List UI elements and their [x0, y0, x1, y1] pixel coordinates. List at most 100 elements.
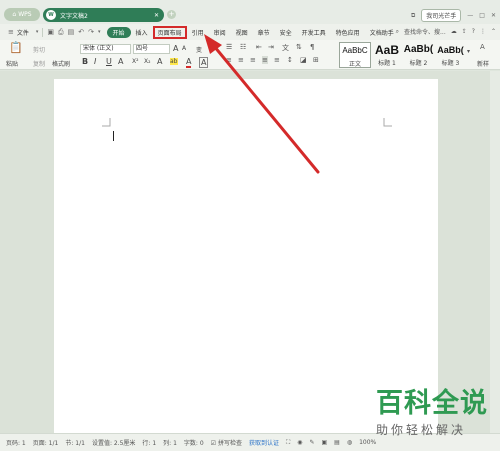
style-normal[interactable]: AaBbC 正文	[339, 42, 371, 68]
share-icon[interactable]: ⇪	[462, 28, 467, 35]
spell-check-button[interactable]: ☑ 拼写检查	[211, 438, 242, 447]
decrease-indent-icon[interactable]: ⇤	[256, 43, 262, 51]
paste-icon[interactable]: 📋	[9, 41, 23, 54]
undo-icon[interactable]: ↶	[76, 28, 86, 36]
login-button[interactable]: 我司光芒手	[421, 9, 462, 22]
bullet-list-icon[interactable]: ☰	[226, 43, 232, 51]
document-tab[interactable]: W 文字文稿2 ✕	[43, 8, 164, 22]
document-tab-title: 文字文稿2	[60, 12, 88, 20]
new-style-icon[interactable]: A	[480, 43, 485, 51]
font-grow-button[interactable]: A	[173, 44, 178, 53]
subscript-button[interactable]: X₂	[144, 58, 151, 65]
window-controls: ⧉ 我司光芒手 — □ ✕	[411, 9, 496, 22]
tab-review[interactable]: 审阅	[209, 28, 231, 37]
text-effect-button[interactable]: A	[157, 57, 162, 66]
chevron-down-icon[interactable]: ▾	[34, 29, 41, 35]
maximize-button[interactable]: □	[479, 12, 485, 19]
distributed-icon[interactable]: ≡	[274, 56, 280, 64]
cloud-icon[interactable]: ☁	[451, 28, 457, 35]
command-search[interactable]: 查找命令、搜...	[404, 27, 446, 36]
new-tab-button[interactable]: +	[167, 10, 176, 19]
eye-protect-icon[interactable]: ◉	[297, 439, 302, 446]
style-heading-1[interactable]: AaB 标题 1	[372, 42, 402, 68]
print-preview-icon[interactable]: ▤	[66, 28, 77, 36]
line-spacing-icon[interactable]: ↕	[287, 56, 293, 64]
font-shrink-button[interactable]: A	[182, 45, 186, 52]
align-left-icon[interactable]: ≡	[226, 56, 232, 64]
highlight-button[interactable]: ab	[170, 58, 178, 65]
align-center-icon[interactable]: ≡	[238, 56, 244, 64]
tab-chapter[interactable]: 章节	[253, 28, 275, 37]
fullscreen-icon[interactable]: ⛶	[286, 439, 290, 447]
underline-button[interactable]: U	[106, 57, 112, 66]
sort-icon[interactable]: ⇅	[296, 43, 302, 51]
tab-security[interactable]: 安全	[275, 28, 297, 37]
show-marks-icon[interactable]: ¶	[310, 43, 314, 51]
more-icon[interactable]: ⋮	[480, 28, 486, 35]
pen-icon[interactable]: ✎	[309, 439, 314, 446]
new-style-button[interactable]: 新样	[477, 59, 489, 68]
tab-references[interactable]: 引用	[187, 28, 209, 37]
wps-tab-label: WPS	[18, 11, 32, 18]
status-row: 行: 1	[142, 440, 157, 447]
vertical-scrollbar[interactable]	[490, 71, 500, 433]
collapse-ribbon-icon[interactable]: ⌃	[491, 28, 496, 35]
clear-format-button[interactable]: 变	[196, 45, 202, 54]
page-view-icon[interactable]: ▣	[322, 439, 328, 446]
print-icon[interactable]: ⎙	[56, 28, 66, 37]
document-page[interactable]	[54, 79, 438, 433]
ribbon-toolbar: 📋 粘贴 剪切 复制 格式刷 宋体 (正文) 四号 A A 变 B I U A …	[0, 40, 500, 70]
copy-button[interactable]: 复制	[33, 59, 45, 68]
tab-page-layout[interactable]: 页面布局	[152, 25, 187, 39]
tab-view[interactable]: 视图	[231, 28, 253, 37]
wps-home-tab[interactable]: ⌂ WPS	[4, 8, 40, 21]
style-heading-2[interactable]: AaBb( 标题 2	[403, 42, 434, 68]
help-icon[interactable]: ?	[472, 28, 475, 35]
cut-button[interactable]: 剪切	[33, 45, 45, 54]
status-col: 列: 1	[163, 440, 177, 447]
outline-view-icon[interactable]: ▤	[334, 439, 340, 446]
font-name-select[interactable]: 宋体 (正文)	[80, 44, 131, 54]
paste-button[interactable]: 粘贴	[6, 59, 18, 68]
strikethrough-button[interactable]: A	[118, 57, 123, 66]
status-section: 节: 1/1	[65, 440, 85, 447]
hamburger-menu-icon[interactable]: ≡	[6, 28, 16, 36]
status-word-count[interactable]: 字数: 0	[184, 438, 204, 447]
close-tab-icon[interactable]: ✕	[154, 12, 159, 19]
tab-insert[interactable]: 插入	[131, 28, 153, 37]
justify-icon[interactable]: ≡	[262, 56, 268, 64]
tab-home[interactable]: 开始	[106, 26, 131, 38]
font-color-button[interactable]: A	[186, 57, 192, 68]
tab-developer[interactable]: 开发工具	[297, 28, 331, 37]
web-view-icon[interactable]: ◍	[347, 439, 352, 446]
styles-more-icon[interactable]: ▾	[467, 48, 470, 55]
bold-button[interactable]: B	[82, 57, 88, 66]
auth-link[interactable]: 获取到认证	[249, 438, 279, 447]
increase-indent-icon[interactable]: ⇥	[268, 43, 274, 51]
redo-icon[interactable]: ↷	[86, 28, 96, 36]
minimize-button[interactable]: —	[467, 12, 473, 19]
superscript-button[interactable]: X²	[132, 58, 139, 65]
status-page-number: 页码: 1	[6, 440, 26, 447]
italic-button[interactable]: I	[94, 57, 96, 66]
chinese-layout-icon[interactable]: 文	[282, 43, 289, 53]
char-border-button[interactable]: A	[199, 57, 209, 68]
document-icon: W	[46, 10, 56, 20]
tab-doc-assistant[interactable]: 文档助手	[365, 28, 399, 37]
font-size-select[interactable]: 四号	[133, 44, 170, 54]
tab-list-icon[interactable]: ⧉	[411, 12, 415, 20]
style-heading-3[interactable]: AaBb( 标题 3	[435, 42, 466, 68]
save-icon[interactable]: ▣	[45, 28, 56, 36]
tab-special-apps[interactable]: 特色应用	[331, 28, 365, 37]
spell-check-icon: ☑	[210, 440, 217, 447]
numbered-list-icon[interactable]: ☷	[240, 43, 246, 51]
chevron-down-icon[interactable]: ▾	[96, 29, 103, 35]
zoom-level[interactable]: 100%	[359, 439, 376, 446]
border-icon[interactable]: ⊞	[313, 56, 319, 64]
watermark-title: 百科全说	[376, 388, 488, 419]
format-painter-button[interactable]: 格式刷	[52, 59, 70, 68]
align-right-icon[interactable]: ≡	[250, 56, 256, 64]
close-window-button[interactable]: ✕	[491, 12, 496, 19]
shading-icon[interactable]: ◪	[300, 56, 307, 64]
file-menu[interactable]: 文件	[16, 28, 34, 37]
